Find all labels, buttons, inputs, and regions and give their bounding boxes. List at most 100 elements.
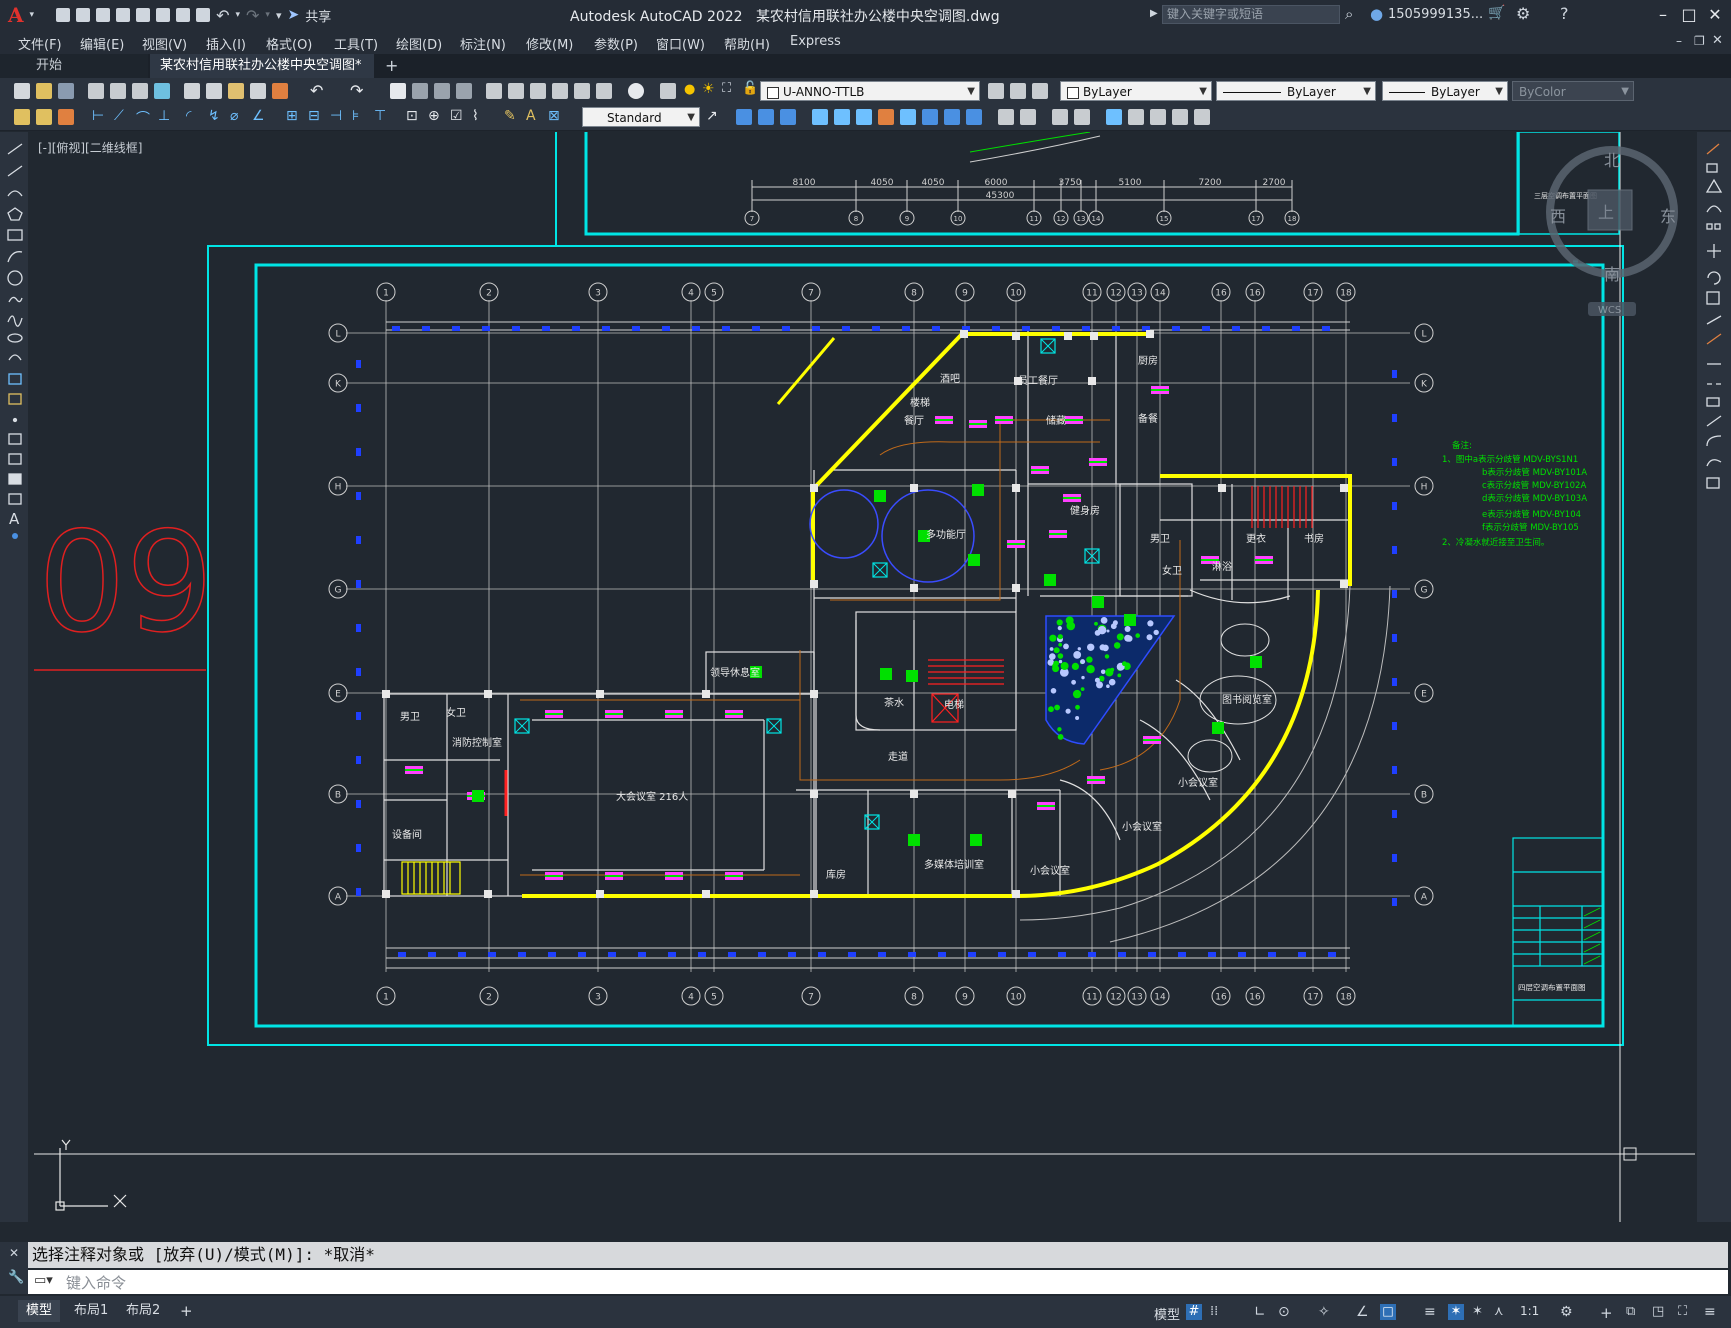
arc-length-icon[interactable]: ⌒ (136, 108, 150, 128)
dim-space-icon[interactable]: ⊧ (352, 108, 359, 124)
open-web-icon[interactable] (136, 8, 151, 22)
menu-view[interactable]: 视图(V) (142, 34, 187, 53)
align-icon[interactable] (812, 109, 828, 125)
dim-reassociate-icon[interactable]: ⊠ (548, 108, 560, 124)
dim-edit-icon[interactable] (36, 109, 52, 125)
aligned-dim-icon[interactable]: ⟋ (114, 108, 124, 124)
intersect-icon[interactable] (966, 109, 982, 125)
layer-viewport-icon[interactable]: ⛶ (722, 81, 731, 96)
jogged-linear-icon[interactable]: ⌇ (472, 108, 479, 124)
linetype-dropdown[interactable]: ByLayer ▼ (1216, 81, 1376, 101)
quick-dim-icon[interactable]: ⊞ (286, 108, 298, 124)
layer-on-icon[interactable]: ● (684, 82, 695, 97)
app-menu-arrow-icon[interactable]: ▾ (30, 10, 35, 20)
annotation-visibility-icon[interactable]: ✶ (1448, 1304, 1464, 1320)
isodraft-icon[interactable]: ✧ (1318, 1304, 1334, 1320)
new-icon[interactable] (56, 8, 71, 22)
save-web-icon[interactable] (156, 8, 171, 22)
doc-minimize-icon[interactable]: – (1676, 34, 1682, 48)
tab-start[interactable]: 开始 (0, 54, 148, 78)
continue-dim-icon[interactable]: ⊣ (330, 108, 342, 124)
layout-tab-1[interactable]: 布局1 (66, 1300, 116, 1322)
dim-style-icon[interactable] (14, 109, 30, 125)
drawing-canvas[interactable]: 8100 4050 4050 6000 3750 5100 7200 2700 45300 7 8… (28, 132, 1697, 1222)
layer-freeze-icon[interactable]: ☀ (702, 81, 715, 97)
save-as-icon[interactable] (116, 8, 131, 22)
model-space-button[interactable]: 模型 (1154, 1304, 1180, 1323)
menu-help[interactable]: 帮助(H) (724, 34, 770, 53)
add-layout-button[interactable]: + (172, 1300, 201, 1322)
menu-file[interactable]: 文件(F) (18, 34, 62, 53)
command-line-handle[interactable]: ✕ 🔧 (0, 1242, 28, 1294)
color-dropdown[interactable]: ByLayer ▼ (1060, 81, 1212, 101)
undo-icon[interactable]: ↶ (310, 81, 323, 100)
close-command-line-icon[interactable]: ✕ (9, 1246, 19, 1260)
check-solid-icon[interactable] (1172, 109, 1188, 125)
menu-format[interactable]: 格式(O) (266, 34, 312, 53)
plot-preview-icon[interactable] (110, 83, 126, 99)
properties-icon[interactable] (486, 83, 502, 99)
menu-express[interactable]: Express (790, 34, 841, 49)
layout-tab-model[interactable]: 模型 (18, 1300, 61, 1322)
tab-active-document[interactable]: 某农村信用联社办公楼中央空调图* ✕ (150, 54, 374, 97)
solid-box-icon[interactable] (736, 109, 752, 125)
doc-close-icon[interactable]: ✕ (1712, 33, 1723, 48)
3d-rotate-icon[interactable] (856, 109, 872, 125)
plot-preview-icon[interactable] (176, 8, 191, 22)
undo-dropdown-icon[interactable]: ▾ (235, 10, 240, 20)
cut-icon[interactable] (184, 83, 200, 99)
layer-properties-icon[interactable] (660, 83, 676, 99)
zoom-previous-icon[interactable] (456, 83, 472, 99)
close-button[interactable]: ✕ (1704, 4, 1726, 26)
user-name[interactable]: 1505999135... (1388, 7, 1483, 22)
3d-array-icon[interactable] (900, 109, 916, 125)
autodesk-app-icon[interactable]: ⚙ (1516, 4, 1530, 23)
minimize-button[interactable]: – (1652, 4, 1674, 26)
share-label[interactable]: 共享 (305, 6, 331, 25)
layer-dropdown[interactable]: U-ANNO-TTLB ▼ (760, 81, 980, 101)
menu-insert[interactable]: 插入(I) (206, 34, 246, 53)
plot-icon[interactable] (88, 83, 104, 99)
share-icon[interactable]: ➤ (287, 7, 299, 23)
copy-icon[interactable] (206, 83, 222, 99)
isolate-objects-icon[interactable]: ◳ (1652, 1304, 1668, 1320)
help-search-input[interactable]: 键入关键字或短语 (1162, 5, 1340, 24)
zoom-window-icon[interactable] (434, 83, 450, 99)
menu-dimension[interactable]: 标注(N) (460, 34, 506, 53)
user-icon[interactable]: ● (1370, 5, 1383, 23)
subtract-icon[interactable] (944, 109, 960, 125)
units-icon[interactable]: ⧉ (1626, 1304, 1642, 1320)
annotation-monitor-icon[interactable]: + (1600, 1304, 1616, 1322)
command-prompt-icon[interactable]: ▭▾ (34, 1273, 53, 1288)
new-icon[interactable] (14, 83, 30, 99)
object-snap-tracking-icon[interactable]: ∠ (1356, 1304, 1372, 1320)
layer-previous-icon[interactable] (1010, 83, 1026, 99)
angular-dim-icon[interactable]: ∠ (252, 108, 265, 124)
3d-print-icon[interactable] (154, 83, 170, 99)
menu-tools[interactable]: 工具(T) (334, 34, 378, 53)
dim-update-icon[interactable] (58, 109, 74, 125)
slice-icon[interactable] (998, 109, 1014, 125)
annotation-scale-icon[interactable]: ⋏ (1494, 1304, 1510, 1320)
help-icon[interactable]: ? (1560, 4, 1569, 23)
dim-edit-text-icon[interactable]: ✎ (504, 108, 516, 124)
snap-icon[interactable]: ⁞⁞ (1210, 1304, 1226, 1320)
section-icon[interactable] (1020, 109, 1036, 125)
pan-icon[interactable] (390, 83, 406, 99)
solid-cylinder-icon[interactable] (780, 109, 796, 125)
layer-lock-icon[interactable]: 🔓 (742, 81, 758, 96)
imprint-icon[interactable] (1106, 109, 1122, 125)
tool-palettes-icon[interactable] (530, 83, 546, 99)
dimstyle-dropdown[interactable]: Standard ▼ (582, 107, 700, 127)
save-icon[interactable] (58, 83, 74, 99)
search-icon[interactable]: ⌕ (1345, 5, 1353, 23)
3d-mirror-icon[interactable] (878, 109, 894, 125)
layout-tab-2[interactable]: 布局2 (118, 1300, 168, 1322)
autocad-logo[interactable]: A (8, 3, 24, 27)
polar-tracking-icon[interactable]: ⊙ (1278, 1304, 1294, 1320)
publish-icon[interactable] (132, 83, 148, 99)
auto-scale-icon[interactable]: ✶ (1472, 1304, 1488, 1320)
menu-parametric[interactable]: 参数(P) (594, 34, 638, 53)
customize-qat-icon[interactable]: ▾ (276, 9, 282, 22)
lineweight-dropdown[interactable]: ByLayer ▼ (1382, 81, 1508, 101)
